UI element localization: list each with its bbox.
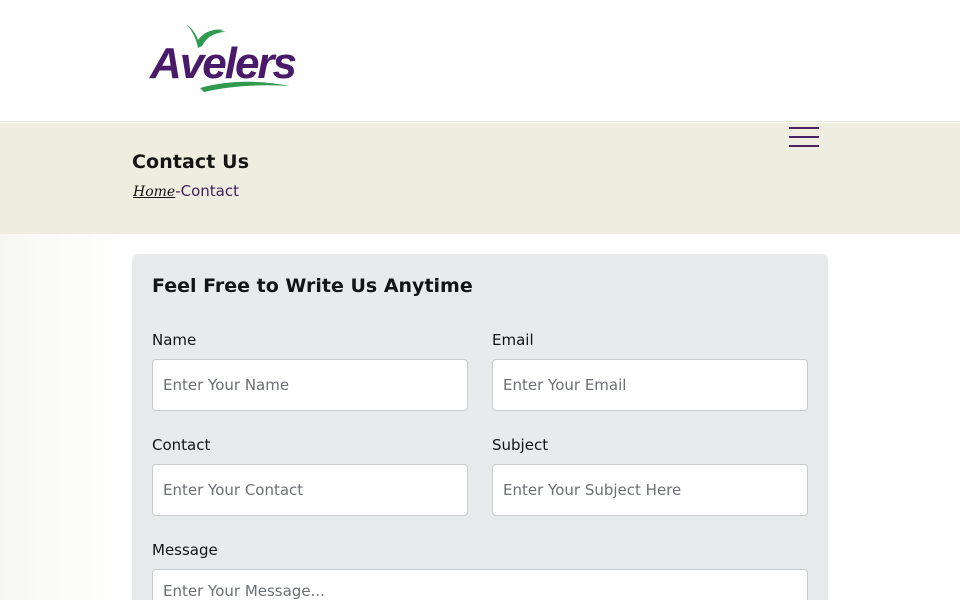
message-textarea[interactable] xyxy=(152,569,808,600)
svg-text:Avelers: Avelers xyxy=(149,39,296,88)
avelers-logo: Avelers xyxy=(149,24,298,92)
page-background xyxy=(0,234,130,600)
breadcrumb-home-link[interactable]: Home xyxy=(133,184,175,200)
menu-bar xyxy=(789,127,819,129)
breadcrumb: Home-Contact xyxy=(133,182,239,200)
form-heading: Feel Free to Write Us Anytime xyxy=(152,275,473,297)
name-label: Name xyxy=(152,331,197,349)
site-header: Avelers xyxy=(0,0,960,122)
contact-label: Contact xyxy=(152,436,211,454)
name-input[interactable] xyxy=(152,359,468,411)
hamburger-menu-icon[interactable] xyxy=(789,127,819,147)
subject-label: Subject xyxy=(492,436,549,454)
breadcrumb-current: Contact xyxy=(180,182,239,200)
menu-bar xyxy=(789,136,819,138)
menu-bar xyxy=(789,145,819,147)
email-label: Email xyxy=(492,331,534,349)
contact-form-card xyxy=(132,254,828,600)
email-input[interactable] xyxy=(492,359,808,411)
contact-input[interactable] xyxy=(152,464,468,516)
subject-input[interactable] xyxy=(492,464,808,516)
message-label: Message xyxy=(152,541,218,559)
site-logo[interactable]: Avelers xyxy=(148,18,298,94)
page-title: Contact Us xyxy=(132,151,250,173)
